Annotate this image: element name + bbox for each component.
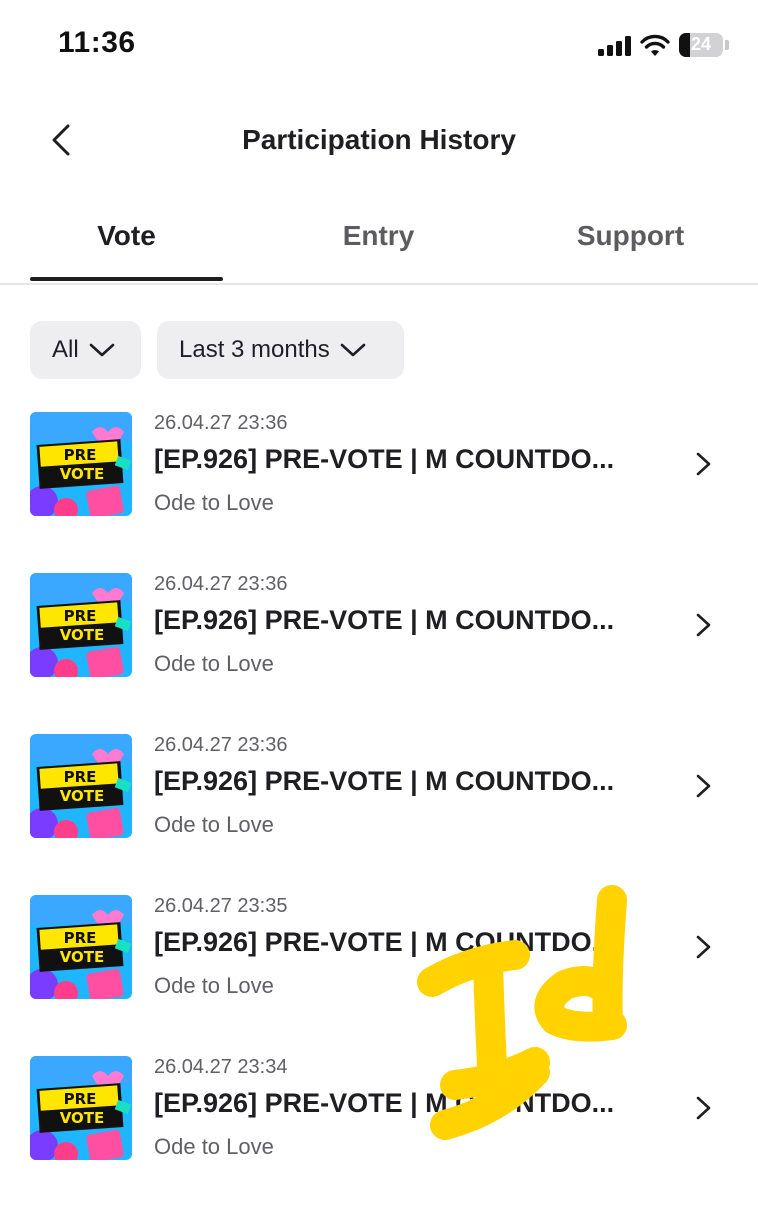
chevron-down-icon: [340, 343, 366, 357]
pre-vote-thumbnail: PRE VOTE: [30, 573, 132, 677]
item-title: [EP.926] PRE-VOTE | M COUNTDO...: [154, 444, 615, 474]
status-bar: 11:36 24: [0, 0, 758, 90]
item-title: [EP.926] PRE-VOTE | M COUNTDO...: [154, 605, 615, 635]
pre-vote-thumbnail: PRE VOTE: [30, 895, 132, 999]
item-subtitle: Ode to Love: [154, 651, 274, 676]
item-date: 26.04.27 23:36: [154, 573, 288, 595]
item-title: [EP.926] PRE-VOTE | M COUNTDO...: [154, 1088, 615, 1118]
item-subtitle: Ode to Love: [154, 973, 274, 998]
battery-icon: 24: [679, 33, 723, 57]
list-item[interactable]: PRE VOTE 26.04.27 23:36 [EP.926] PRE-VOT…: [0, 412, 758, 573]
status-time: 11:36: [58, 26, 136, 59]
thumb-text-vote: VOTE: [60, 1109, 105, 1127]
chevron-right-icon: [696, 613, 711, 637]
item-title: [EP.926] PRE-VOTE | M COUNTDO...: [154, 927, 615, 957]
page-title: Participation History: [242, 124, 516, 155]
type-filter-dropdown[interactable]: All: [30, 321, 141, 379]
item-subtitle: Ode to Love: [154, 1134, 274, 1159]
tab-bar: Vote Entry Support: [0, 200, 758, 285]
pre-vote-thumbnail: PRE VOTE: [30, 412, 132, 516]
chevron-down-icon: [89, 343, 114, 357]
battery-cap: [725, 40, 729, 50]
thumb-text-pre: PRE: [64, 1090, 97, 1108]
list-item[interactable]: PRE VOTE 26.04.27 23:36 [EP.926] PRE-VOT…: [0, 734, 758, 895]
pre-vote-thumbnail: PRE VOTE: [30, 734, 132, 838]
item-subtitle: Ode to Love: [154, 490, 274, 515]
type-filter-label: All: [52, 336, 79, 363]
thumb-text-vote: VOTE: [60, 465, 105, 483]
period-filter-label: Last 3 months: [179, 336, 330, 363]
chevron-right-icon: [696, 774, 711, 798]
wifi-icon: [640, 34, 670, 56]
thumb-text-pre: PRE: [64, 768, 97, 786]
cellular-signal-icon: [598, 36, 632, 56]
thumb-text-pre: PRE: [64, 929, 97, 947]
thumb-text-pre: PRE: [64, 446, 97, 464]
thumb-text-vote: VOTE: [60, 787, 105, 805]
list-item[interactable]: PRE VOTE 26.04.27 23:35 [EP.926] PRE-VOT…: [0, 895, 758, 1056]
chevron-right-icon: [696, 935, 711, 959]
chevron-right-icon: [696, 1096, 711, 1120]
tab-entry[interactable]: Entry: [282, 220, 475, 252]
battery-level: 24: [690, 34, 712, 54]
tab-support[interactable]: Support: [534, 220, 727, 252]
item-date: 26.04.27 23:36: [154, 412, 288, 434]
tab-vote[interactable]: Vote: [30, 220, 223, 252]
item-title: [EP.926] PRE-VOTE | M COUNTDO...: [154, 766, 615, 796]
item-date: 26.04.27 23:34: [154, 1056, 288, 1078]
item-subtitle: Ode to Love: [154, 812, 274, 837]
thumb-text-pre: PRE: [64, 607, 97, 625]
active-tab-indicator: [30, 277, 223, 281]
chevron-right-icon: [696, 452, 711, 476]
period-filter-dropdown[interactable]: Last 3 months: [157, 321, 404, 379]
item-date: 26.04.27 23:36: [154, 734, 288, 756]
list-item[interactable]: PRE VOTE 26.04.27 23:36 [EP.926] PRE-VOT…: [0, 573, 758, 734]
item-date: 26.04.27 23:35: [154, 895, 288, 917]
thumb-text-vote: VOTE: [60, 626, 105, 644]
thumb-text-vote: VOTE: [60, 948, 105, 966]
pre-vote-thumbnail: PRE VOTE: [30, 1056, 132, 1160]
list-item[interactable]: PRE VOTE 26.04.27 23:34 [EP.926] PRE-VOT…: [0, 1056, 758, 1217]
